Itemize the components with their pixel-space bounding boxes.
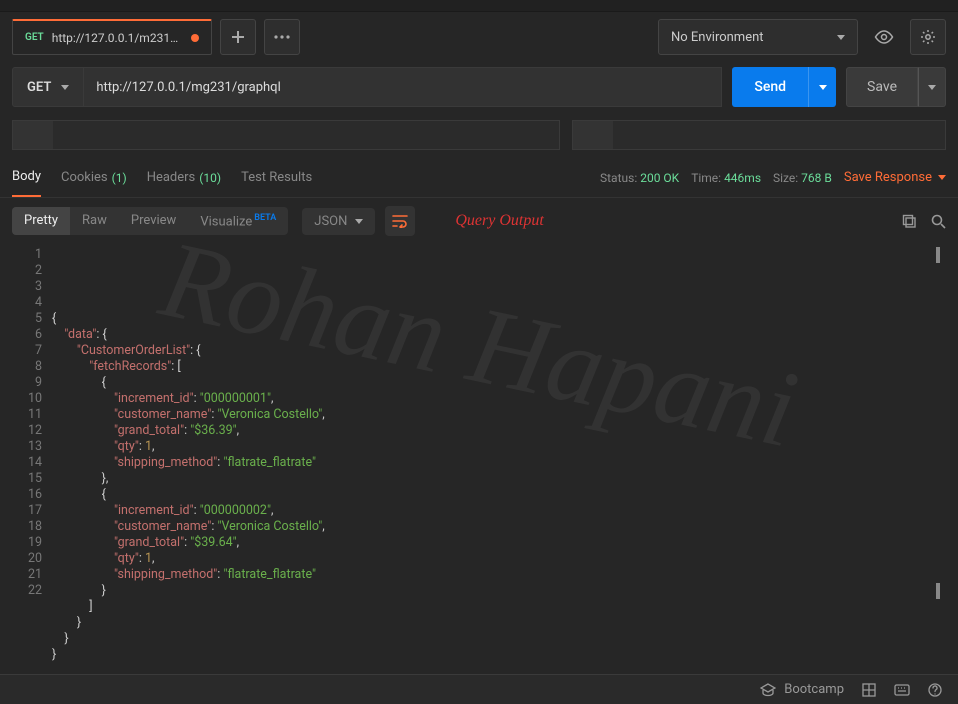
save-response-button[interactable]: Save Response: [844, 170, 946, 185]
unsaved-indicator-icon: [191, 34, 199, 42]
save-button[interactable]: Save: [846, 67, 918, 107]
send-options-button[interactable]: [808, 67, 836, 107]
wrap-lines-button[interactable]: [385, 206, 415, 236]
size-label: Size:: [773, 171, 798, 185]
view-raw[interactable]: Raw: [70, 207, 119, 235]
view-preview[interactable]: Preview: [119, 207, 188, 235]
keyboard-shortcuts-button[interactable]: [894, 684, 910, 696]
panel-layout-button[interactable]: [862, 683, 876, 697]
line-gutter: 12345678910111213141516171819202122: [12, 244, 52, 666]
status-label: Status:: [600, 171, 637, 185]
time-label: Time:: [691, 171, 721, 185]
http-method-label: GET: [27, 80, 51, 95]
new-tab-button[interactable]: [220, 19, 256, 55]
title-bar: [0, 0, 958, 12]
request-editor-collapsed[interactable]: [12, 120, 560, 150]
chevron-down-icon: [355, 219, 363, 224]
code-content: { "data": { "CustomerOrderList": { "fetc…: [52, 244, 958, 666]
view-mode-segmented: Pretty Raw Preview VisualizeBETA: [12, 207, 288, 235]
split-editors: [0, 112, 958, 158]
headers-count: (10): [199, 171, 221, 185]
variables-editor-collapsed[interactable]: [572, 120, 946, 150]
http-method-select[interactable]: GET: [12, 67, 84, 107]
tab-title: http://127.0.0.1/m231/rest/V1/...: [52, 31, 183, 45]
response-body[interactable]: 12345678910111213141516171819202122 { "d…: [0, 244, 958, 666]
tab-cookies-label: Cookies: [61, 170, 108, 185]
tab-method-label: GET: [25, 32, 44, 43]
save-response-label: Save Response: [844, 170, 932, 185]
bootcamp-label: Bootcamp: [784, 682, 844, 697]
request-bar: GET Send Save: [0, 62, 958, 112]
cookies-count: (1): [112, 171, 127, 185]
tab-headers[interactable]: Headers (10): [147, 158, 221, 197]
search-button[interactable]: [931, 214, 946, 229]
cursor-marker: [936, 247, 940, 263]
response-tabs: Body Cookies (1) Headers (10) Test Resul…: [0, 158, 958, 198]
preview-environment-button[interactable]: [866, 19, 902, 55]
view-visualize[interactable]: VisualizeBETA: [188, 207, 288, 235]
chevron-down-icon: [819, 85, 827, 90]
tab-body[interactable]: Body: [12, 158, 41, 197]
send-button[interactable]: Send: [732, 67, 808, 107]
chevron-down-icon: [928, 85, 936, 90]
view-pretty[interactable]: Pretty: [12, 207, 70, 235]
settings-button[interactable]: [910, 19, 946, 55]
chevron-down-icon: [837, 35, 845, 40]
bootcamp-button[interactable]: Bootcamp: [760, 682, 844, 697]
tab-cookies[interactable]: Cookies (1): [61, 158, 127, 197]
overlay-annotation: Query Output: [455, 212, 543, 230]
environment-label: No Environment: [671, 30, 764, 45]
environment-select[interactable]: No Environment: [658, 19, 858, 55]
time-value: 446ms: [724, 171, 761, 185]
copy-button[interactable]: [902, 214, 917, 229]
visualize-label: Visualize: [200, 214, 252, 229]
help-button[interactable]: [928, 683, 942, 697]
cursor-marker: [936, 583, 940, 599]
beta-badge: BETA: [254, 213, 276, 223]
url-input[interactable]: [84, 67, 722, 107]
format-label: JSON: [314, 214, 347, 229]
tab-bar: GET http://127.0.0.1/m231/rest/V1/... No…: [0, 12, 958, 62]
chevron-down-icon: [938, 175, 946, 180]
request-tab[interactable]: GET http://127.0.0.1/m231/rest/V1/...: [12, 19, 212, 55]
size-value: 768 B: [801, 171, 832, 185]
format-select[interactable]: JSON: [302, 208, 375, 235]
tab-options-button[interactable]: [264, 19, 300, 55]
chevron-down-icon: [61, 85, 69, 90]
tab-headers-label: Headers: [147, 170, 196, 185]
status-bar: Bootcamp: [0, 674, 958, 704]
tab-test-results[interactable]: Test Results: [241, 158, 312, 197]
graduation-cap-icon: [760, 683, 776, 697]
status-value: 200 OK: [640, 171, 679, 185]
save-options-button[interactable]: [918, 67, 946, 107]
response-meta: Status: 200 OK Time: 446ms Size: 768 B S…: [600, 170, 946, 185]
viewer-toolbar: Pretty Raw Preview VisualizeBETA JSON Qu…: [0, 198, 958, 244]
